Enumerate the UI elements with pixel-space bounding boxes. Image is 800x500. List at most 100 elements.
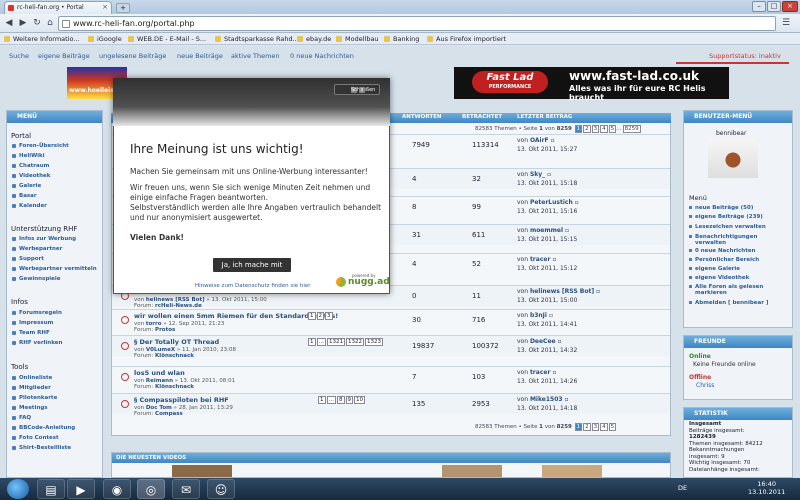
menu-item[interactable]: Chatraum	[12, 163, 49, 169]
user-menu-item[interactable]: Abmelden [ bennibear ]	[689, 300, 777, 306]
last-post-author[interactable]: von OAirF ▫	[517, 137, 555, 144]
menu-item[interactable]: FAQ	[12, 415, 31, 421]
topic-page-link[interactable]: 1	[308, 338, 316, 346]
page-link[interactable]: 4	[600, 423, 608, 431]
nav-active-link[interactable]: aktive Themen	[231, 52, 280, 60]
page-link[interactable]: 8259	[622, 125, 641, 133]
last-post-author[interactable]: von helinews [RSS Bot] ▫	[517, 288, 600, 295]
nav-own-posts-link[interactable]: eigene Beiträge	[38, 52, 90, 60]
user-menu-item[interactable]: eigene Beiträge (239)	[689, 214, 777, 220]
user-menu-item[interactable]: Lesezeichen verwalten	[689, 224, 777, 230]
user-menu-item[interactable]: eigene Galerie	[689, 266, 777, 272]
menu-item[interactable]: Mitglieder	[12, 385, 51, 391]
video-thumbnail[interactable]	[542, 465, 602, 477]
topic-page-link[interactable]: 1323	[365, 338, 383, 346]
topic-page-link[interactable]: 1321	[327, 338, 345, 346]
participate-button[interactable]: Ja, ich mache mit	[213, 258, 291, 272]
menu-item[interactable]: Forumsregeln	[12, 310, 62, 316]
menu-item[interactable]: Infos zur Werbung	[12, 236, 76, 242]
privacy-link[interactable]: Hinweise zum Datenschutz finden sie hier	[195, 283, 311, 289]
bookmark-item[interactable]: Modellbau	[336, 35, 379, 43]
menu-item[interactable]: Gewinnspiele	[12, 276, 60, 282]
nuggad-logo[interactable]: powered by nugg.ad	[334, 273, 390, 289]
page-link[interactable]: 2	[583, 125, 591, 133]
topic-page-link[interactable]: 1322	[346, 338, 364, 346]
topic-page-link[interactable]: …	[326, 396, 336, 404]
last-post-icon[interactable]: ▫	[549, 312, 553, 319]
banner-fast-lad[interactable]: Fast Lad PERFORMANCE www.fast-lad.co.uk A…	[454, 67, 729, 102]
page-link[interactable]: 1	[574, 125, 583, 133]
page-link[interactable]: 3	[591, 125, 600, 133]
menu-item[interactable]: Meetings	[12, 405, 48, 411]
nav-messages-link[interactable]: 0 neue Nachrichten	[290, 52, 354, 60]
browser-tab[interactable]: rc-heli-fan.org • Portal ×	[4, 1, 112, 14]
nav-unread-link[interactable]: ungelesene Beiträge	[99, 52, 166, 60]
user-menu-item[interactable]: neue Beiträge (50)	[689, 205, 777, 211]
last-post-icon[interactable]: ▫	[565, 227, 569, 234]
menu-item[interactable]: Videothek	[12, 173, 50, 179]
menu-item[interactable]: Foto Contest	[12, 435, 59, 441]
last-post-author[interactable]: von Sky_ ▫	[517, 171, 551, 178]
menu-item[interactable]: Shirt-Bestellliste	[12, 445, 71, 451]
username[interactable]: bennibear	[716, 130, 746, 137]
last-post-author[interactable]: von moemmel ▫	[517, 227, 569, 234]
popup-close-button[interactable]: Schließenx	[334, 84, 380, 95]
bookmark-item[interactable]: Banking	[384, 35, 419, 43]
start-button[interactable]	[7, 479, 29, 499]
media-player-icon[interactable]: ▶	[67, 479, 95, 499]
nav-new-posts-link[interactable]: neue Beiträge	[177, 52, 223, 60]
last-post-icon[interactable]: ▫	[551, 137, 555, 144]
menu-item[interactable]: Onlineliste	[12, 375, 52, 381]
app-icon[interactable]: ✉	[172, 479, 200, 499]
last-post-author[interactable]: von DeeCee ▫	[517, 338, 562, 345]
last-post-icon[interactable]: ▫	[552, 256, 556, 263]
menu-item[interactable]: Team RHF	[12, 330, 50, 336]
page-link[interactable]: 5	[608, 423, 617, 431]
last-post-author[interactable]: von Mike1503 ▫	[517, 396, 569, 403]
col-last-post[interactable]: LETZTER BEITRAG	[517, 114, 572, 120]
menu-item[interactable]: HeliWiki	[12, 153, 45, 159]
last-post-icon[interactable]: ▫	[547, 171, 551, 178]
topic-page-link[interactable]: 3	[325, 312, 333, 320]
topic-page-link[interactable]: 10	[354, 396, 365, 404]
menu-item[interactable]: Werbepartner	[12, 246, 62, 252]
topic-page-link[interactable]: …	[316, 338, 326, 346]
nav-search-link[interactable]: Suche	[9, 52, 29, 60]
menu-item[interactable]: Basar	[12, 193, 37, 199]
address-bar[interactable]: www.rc-heli-fan.org/portal.php	[58, 16, 776, 31]
menu-item[interactable]: Pilotenkarte	[12, 395, 57, 401]
page-link[interactable]: 3	[591, 423, 600, 431]
bookmark-item[interactable]: ebay.de	[297, 35, 331, 43]
topic-page-link[interactable]: 2	[316, 312, 324, 320]
topic-page-link[interactable]: 1	[318, 396, 326, 404]
topic-page-link[interactable]: 1	[308, 312, 316, 320]
page-menu-icon[interactable]: ☰	[780, 18, 792, 29]
user-menu-item[interactable]: Alle Foren als gelesen markieren	[689, 284, 777, 296]
last-post-icon[interactable]: ▫	[575, 199, 579, 206]
bookmark-item[interactable]: Weitere Informatio...	[4, 35, 80, 43]
topic-page-link[interactable]: 8	[337, 396, 345, 404]
reload-icon[interactable]: ↻	[31, 18, 43, 29]
last-post-author[interactable]: von tracer ▫	[517, 256, 556, 263]
home-icon[interactable]: ⌂	[44, 18, 56, 29]
avatar[interactable]	[708, 138, 758, 178]
clock[interactable]: 16:40 13.10.2011	[748, 480, 785, 496]
bookmark-item[interactable]: Stadtsparkasse Rahd...	[215, 35, 299, 43]
menu-item[interactable]: RHF verlinken	[12, 340, 62, 346]
col-views[interactable]: BETRACHTET	[462, 114, 502, 120]
menu-item[interactable]: Werbepartner vermitteln	[12, 266, 97, 272]
topic-title[interactable]: § Compasspiloten bei RHF	[134, 396, 229, 404]
page-link[interactable]: 2	[583, 423, 591, 431]
minimize-button[interactable]: –	[752, 1, 766, 12]
new-tab-button[interactable]: +	[116, 3, 130, 13]
forward-icon[interactable]: ▶	[17, 18, 29, 29]
last-post-author[interactable]: von tracer ▫	[517, 369, 556, 376]
chrome-icon[interactable]: ◎	[137, 479, 165, 499]
bookmark-item[interactable]: WEB.DE - E-Mail - S...	[128, 35, 206, 43]
window-close-button[interactable]: ×	[782, 1, 798, 12]
menu-item[interactable]: BBCode-Anleitung	[12, 425, 75, 431]
topic-title[interactable]: los5 und wlan	[134, 369, 185, 377]
menu-item[interactable]: Support	[12, 256, 44, 262]
menu-item[interactable]: Galerie	[12, 183, 41, 189]
topic-page-link[interactable]: 9	[345, 396, 353, 404]
